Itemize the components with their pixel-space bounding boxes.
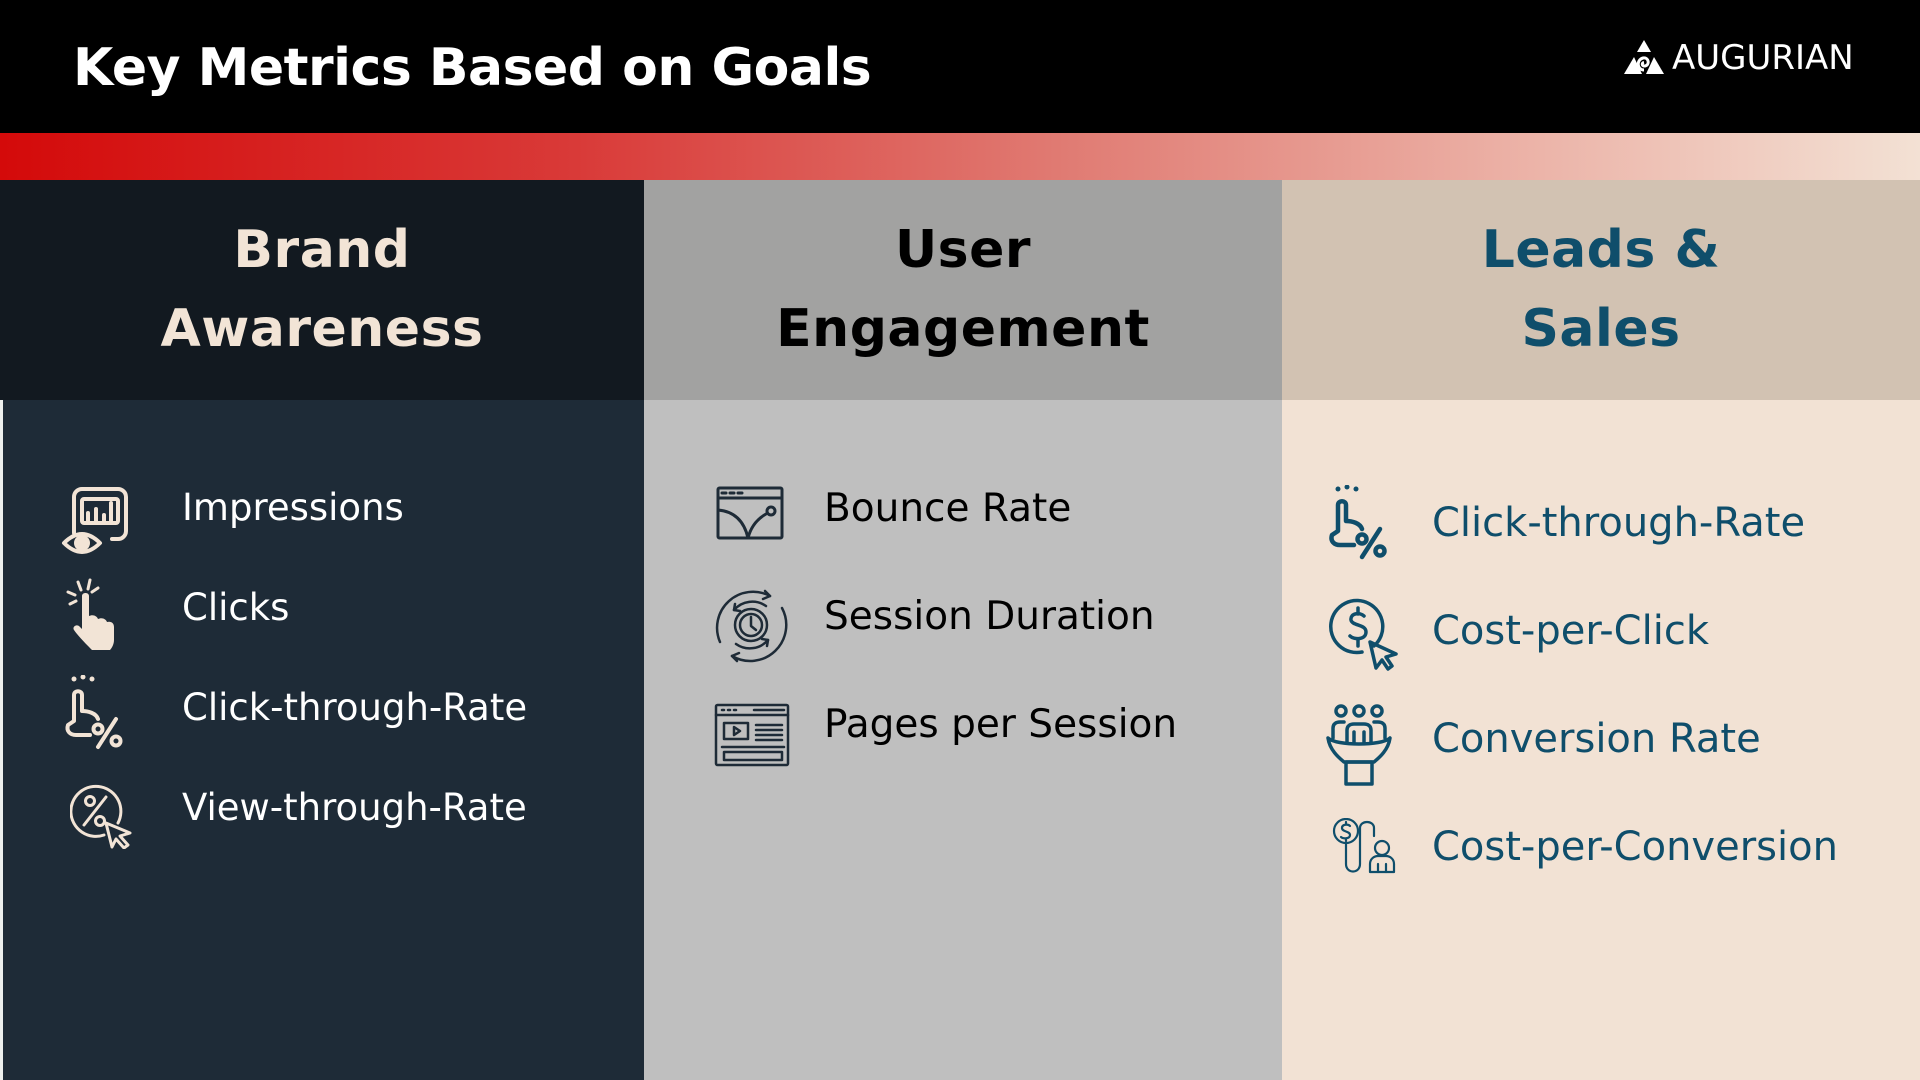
- impressions-eye-chart-icon: [62, 487, 128, 554]
- heading-line-2: Awareness: [160, 299, 484, 359]
- header-bar: Key Metrics Based on Goals AUGURIAN: [0, 0, 1920, 133]
- brand-awareness-heading: Brand Awareness: [0, 180, 644, 400]
- brand-awareness-column: Brand Awareness Impressions Clicks Click…: [0, 180, 644, 1080]
- percent-circle-cursor-icon: [70, 784, 132, 849]
- metric-label: Impressions: [182, 486, 404, 529]
- user-engagement-column: User Engagement Bounce Rate Session Dura…: [644, 180, 1282, 1080]
- metric-label: View-through-Rate: [182, 786, 527, 829]
- page-title: Key Metrics Based on Goals: [73, 38, 872, 98]
- metric-label: Click-through-Rate: [182, 686, 528, 729]
- metric-label: Bounce Rate: [824, 486, 1072, 531]
- metric-label: Conversion Rate: [1432, 716, 1761, 762]
- metric-label: Cost-per-Conversion: [1432, 824, 1838, 870]
- browser-bounce-icon: [716, 486, 784, 540]
- heading-line-2: Engagement: [776, 299, 1150, 359]
- hand-tap-percent-icon: [65, 675, 123, 749]
- metric-label: Session Duration: [824, 594, 1155, 639]
- gradient-divider: [0, 133, 1920, 180]
- heading-line-2: Sales: [1521, 299, 1681, 359]
- metric-label: Click-through-Rate: [1432, 500, 1806, 546]
- metric-label: Cost-per-Click: [1432, 608, 1709, 654]
- leads-sales-heading: Leads & Sales: [1282, 180, 1920, 400]
- logo-text: AUGURIAN: [1672, 38, 1854, 78]
- metric-label: Pages per Session: [824, 702, 1178, 747]
- user-engagement-heading: User Engagement: [644, 180, 1282, 400]
- heading-line-1: Brand: [233, 220, 411, 280]
- pointer-hand-click-icon: [66, 578, 114, 650]
- dollar-to-person-icon: [1332, 818, 1396, 874]
- browser-page-video-icon: ": [714, 703, 790, 767]
- heading-line-1: Leads &: [1481, 220, 1721, 280]
- column-edge: [0, 400, 3, 1080]
- metric-label: Clicks: [182, 586, 290, 629]
- clock-cycle-icon: [715, 589, 788, 663]
- people-funnel-icon: [1326, 704, 1392, 786]
- augurian-triangle-spiral-icon: [1624, 40, 1664, 74]
- dollar-circle-cursor-icon: [1329, 598, 1398, 671]
- leads-sales-column: Leads & Sales Click-through-Rate Cost-pe…: [1282, 180, 1920, 1080]
- augurian-logo: AUGURIAN: [1624, 38, 1854, 78]
- heading-line-1: User: [894, 220, 1032, 280]
- hand-tap-percent-icon: [1329, 485, 1387, 560]
